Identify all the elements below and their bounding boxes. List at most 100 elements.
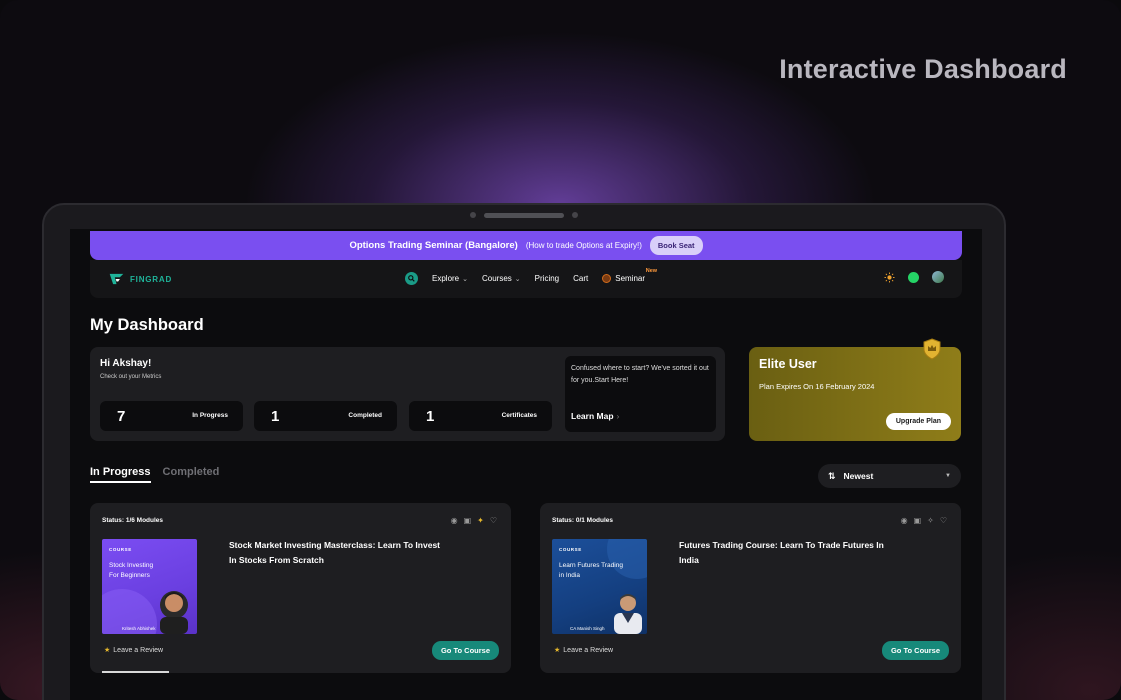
leave-review-link[interactable]: ★ Leave a Review bbox=[554, 646, 614, 655]
metrics-panel: Hi Akshay! Check out your Metrics 7 In P… bbox=[90, 347, 725, 441]
eye-icon[interactable]: ◉ bbox=[451, 516, 458, 525]
review-label: Leave a Review bbox=[113, 646, 164, 654]
stat-label: Certificates bbox=[501, 412, 537, 419]
thumbnail-title-line2: For Beginners bbox=[109, 572, 150, 579]
stat-value: 1 bbox=[426, 408, 435, 425]
upgrade-plan-button[interactable]: Upgrade Plan bbox=[885, 413, 951, 430]
thumbnail-tag: COURSE bbox=[559, 547, 582, 552]
star-icon: ★ bbox=[104, 647, 111, 654]
course-title[interactable]: Stock Market Investing Masterclass: Lear… bbox=[229, 538, 449, 568]
sort-icon: ⇅ bbox=[828, 470, 836, 481]
pin-icon[interactable]: ✧ bbox=[927, 516, 934, 525]
whatsapp-icon[interactable] bbox=[908, 271, 919, 283]
thumbnail-title: Learn Futures Trading in India bbox=[559, 561, 623, 581]
review-label: Leave a Review bbox=[563, 646, 614, 654]
eye-icon[interactable]: ◉ bbox=[901, 516, 908, 525]
thumbnail-tag: COURSE bbox=[109, 547, 132, 552]
course-title[interactable]: Futures Trading Course: Learn To Trade F… bbox=[679, 538, 899, 568]
stat-certificates[interactable]: 1 Certificates bbox=[409, 401, 552, 431]
course-thumbnail[interactable]: COURSE Stock Investing For Beginners Krit… bbox=[102, 539, 197, 634]
go-to-course-button[interactable]: Go To Course bbox=[881, 641, 949, 660]
seminar-icon bbox=[602, 274, 612, 283]
course-tabs: In Progress Completed bbox=[90, 466, 219, 483]
crown-badge-icon bbox=[923, 338, 941, 360]
stat-completed[interactable]: 1 Completed bbox=[254, 401, 397, 431]
search-icon[interactable] bbox=[405, 272, 418, 285]
thumbnail-title: Stock Investing For Beginners bbox=[109, 561, 153, 581]
greeting-subtitle: Check out your Metrics bbox=[100, 374, 162, 380]
course-actions: ◉ ▣ ✦ ♡ bbox=[451, 516, 497, 525]
theme-toggle-sun-icon[interactable] bbox=[884, 271, 895, 283]
chevron-right-icon: › bbox=[616, 411, 620, 421]
thumbnail-title-line1: Stock Investing bbox=[109, 562, 154, 569]
elite-plan-card: Elite User Plan Expires On 16 February 2… bbox=[749, 338, 961, 441]
laptop-frame: Options Trading Seminar (Bangalore) (How… bbox=[42, 203, 1006, 700]
nav-explore[interactable]: Explore ⌄ bbox=[432, 274, 468, 283]
banner-subtitle: (How to trade Options at Expiry!) bbox=[525, 241, 642, 250]
navbar: FINGRAD Explore ⌄ Courses ⌄ Pricing Cart… bbox=[90, 260, 962, 298]
sort-value: Newest bbox=[843, 471, 874, 481]
banner-title: Options Trading Seminar (Bangalore) bbox=[349, 240, 518, 251]
heart-icon[interactable]: ♡ bbox=[940, 516, 947, 525]
tab-in-progress[interactable]: In Progress bbox=[90, 466, 151, 483]
caret-down-icon: ▼ bbox=[945, 473, 951, 479]
nav-cart[interactable]: Cart bbox=[573, 274, 588, 283]
nav-explore-label: Explore bbox=[432, 274, 460, 283]
share-icon[interactable]: ▣ bbox=[464, 516, 472, 525]
star-icon: ★ bbox=[554, 647, 561, 654]
elite-title: Elite User bbox=[759, 357, 817, 371]
stat-in-progress[interactable]: 7 In Progress bbox=[100, 401, 243, 431]
user-avatar[interactable] bbox=[932, 271, 944, 283]
promo-stage: Interactive Dashboard Options Trading Se… bbox=[0, 0, 1121, 700]
learn-map-text: Confused where to start? We've sorted it… bbox=[571, 365, 709, 384]
nav-courses-label: Courses bbox=[482, 274, 512, 283]
page-title: My Dashboard bbox=[90, 316, 204, 334]
seminar-banner: Options Trading Seminar (Bangalore) (How… bbox=[90, 231, 962, 260]
nav-pricing[interactable]: Pricing bbox=[535, 274, 559, 283]
thumbnail-title-line2: in India bbox=[559, 572, 580, 579]
course-status: Status: 1/6 Modules bbox=[102, 517, 164, 524]
nav-menu: Explore ⌄ Courses ⌄ Pricing Cart Seminar… bbox=[405, 268, 657, 285]
tab-completed[interactable]: Completed bbox=[163, 466, 220, 483]
learn-map-card[interactable]: Confused where to start? We've sorted it… bbox=[565, 356, 716, 432]
stat-label: In Progress bbox=[192, 412, 228, 419]
fingrad-logo-icon bbox=[109, 273, 124, 285]
chevron-down-icon: ⌄ bbox=[462, 275, 468, 283]
learn-map-label: Learn Map bbox=[571, 411, 614, 421]
course-actions: ◉ ▣ ✧ ♡ bbox=[901, 516, 947, 525]
pin-icon[interactable]: ✦ bbox=[477, 516, 484, 525]
learn-map-link[interactable]: Learn Map › bbox=[571, 411, 619, 421]
book-seat-button[interactable]: Book Seat bbox=[649, 236, 703, 255]
nav-seminar[interactable]: Seminar New bbox=[602, 268, 657, 283]
scroll-indicator bbox=[102, 671, 169, 673]
chevron-down-icon: ⌄ bbox=[514, 275, 521, 283]
nav-seminar-label: Seminar bbox=[615, 274, 646, 283]
app-screen: Options Trading Seminar (Bangalore) (How… bbox=[70, 229, 982, 700]
stat-value: 7 bbox=[117, 408, 126, 425]
thumbnail-author: Kritesh Abhishek bbox=[122, 626, 156, 631]
course-card: Status: 0/1 Modules ◉ ▣ ✧ ♡ COURSE Learn… bbox=[540, 503, 961, 673]
thumbnail-pattern bbox=[607, 539, 647, 634]
course-thumbnail[interactable]: COURSE Learn Futures Trading in India CA … bbox=[552, 539, 647, 634]
nav-courses[interactable]: Courses ⌄ bbox=[482, 274, 521, 283]
thumbnail-title-line1: Learn Futures Trading bbox=[559, 562, 623, 569]
heart-icon[interactable]: ♡ bbox=[490, 516, 497, 525]
headline: Interactive Dashboard bbox=[779, 54, 1067, 84]
thumbnail-pattern bbox=[102, 589, 188, 634]
sort-dropdown[interactable]: ⇅ Newest ▼ bbox=[818, 464, 961, 488]
go-to-course-button[interactable]: Go To Course bbox=[431, 641, 499, 660]
new-badge: New bbox=[645, 268, 658, 274]
plan-expiry: Plan Expires On 16 February 2024 bbox=[759, 382, 875, 391]
brand-logo[interactable]: FINGRAD bbox=[108, 272, 172, 286]
course-card: Status: 1/6 Modules ◉ ▣ ✦ ♡ COURSE Stock… bbox=[90, 503, 511, 673]
brand-name: FINGRAD bbox=[130, 274, 173, 284]
leave-review-link[interactable]: ★ Leave a Review bbox=[104, 646, 164, 655]
greeting: Hi Akshay! bbox=[100, 358, 152, 369]
stat-value: 1 bbox=[271, 408, 280, 425]
nav-actions bbox=[884, 271, 944, 283]
camera-notch bbox=[470, 212, 578, 218]
share-icon[interactable]: ▣ bbox=[914, 516, 922, 525]
thumbnail-author: CA Manish Singh bbox=[570, 626, 605, 631]
stat-label: Completed bbox=[348, 412, 382, 419]
course-status: Status: 0/1 Modules bbox=[552, 517, 614, 524]
